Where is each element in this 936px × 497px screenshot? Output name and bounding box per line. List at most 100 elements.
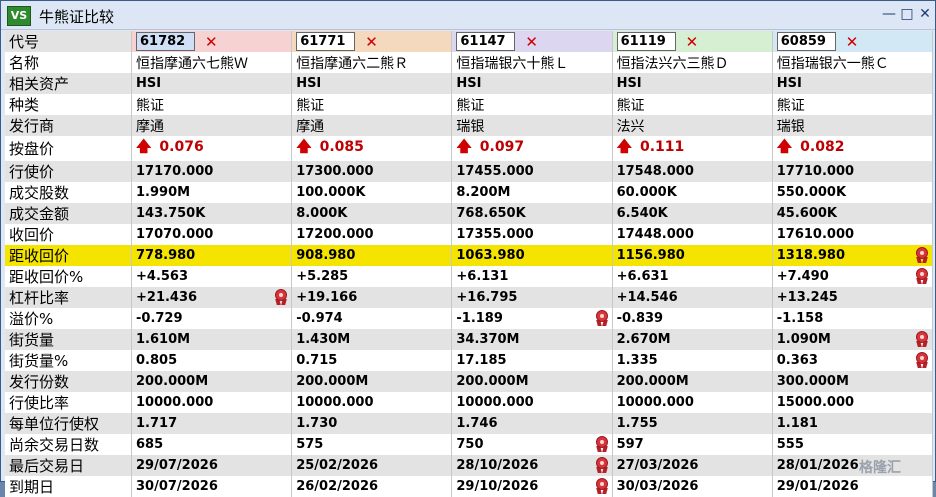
value-cell: 28/01/2026 — [772, 455, 934, 476]
best-medal-icon — [595, 436, 609, 452]
row-label: 行使比率 — [5, 392, 132, 413]
value-cell: 17710.000 — [772, 161, 934, 182]
cell-value: 1.610M — [136, 332, 191, 347]
cell-value: 8.000K — [296, 206, 348, 221]
value-cell: 恒指摩通六二熊Ｒ — [291, 52, 453, 73]
value-cell: 8.200M — [451, 182, 613, 203]
up-arrow-icon: 🡅 — [616, 137, 632, 155]
value-cell: 恒指瑞银六一熊Ｃ — [772, 52, 934, 73]
table-row: 代号 61782 ✕ 61771 ✕ 61147 ✕ 61119 ✕ 60859 ✕ — [5, 31, 934, 52]
value-cell: 685 — [131, 434, 293, 455]
cell-value: 555 — [776, 437, 804, 452]
cell-value: 17710.000 — [776, 164, 855, 179]
table-row: 街货量% 0.805 0.715 17.185 1.335 0.363 — [5, 350, 934, 371]
cell-value: HSI — [776, 76, 802, 91]
cell-value: 30/03/2026 — [616, 479, 699, 494]
cell-value: 17170.000 — [136, 164, 214, 179]
value-cell: 200.000M — [451, 371, 613, 392]
value-cell: +6.631 — [612, 266, 773, 287]
value-cell: 1.181 — [772, 413, 934, 434]
value-cell: 17.185 — [451, 350, 613, 371]
value-cell: 550.000K — [772, 182, 934, 203]
cell-value: HSI — [136, 76, 162, 91]
cell-value: 10000.000 — [136, 395, 214, 410]
value-cell: 恒指摩通六七熊Ｗ — [131, 52, 293, 73]
code-input[interactable]: 61147 — [456, 32, 516, 51]
value-cell: -1.158 — [772, 308, 934, 329]
value-cell: +7.490 — [772, 266, 934, 287]
value-cell: +13.245 — [772, 287, 934, 308]
value-cell: 10000.000 — [131, 392, 293, 413]
close-button[interactable]: ✕ — [917, 6, 933, 22]
cell-value: 550.000K — [776, 185, 847, 200]
table-row: 名称 恒指摩通六七熊Ｗ 恒指摩通六二熊Ｒ 恒指瑞银六十熊Ｌ 恒指法兴六三熊Ｄ 恒指瑞银六一… — [5, 52, 934, 73]
cell-value: 575 — [296, 437, 324, 452]
value-cell: 25/02/2026 — [291, 455, 453, 476]
value-cell: 17448.000 — [612, 224, 773, 245]
cell-value: 1063.980 — [456, 248, 525, 263]
cell-value: HSI — [456, 76, 482, 91]
cell-value: 30/07/2026 — [136, 479, 218, 494]
value-cell: 1.755 — [612, 413, 773, 434]
price-value: 0.111 — [639, 139, 685, 155]
value-cell: 恒指瑞银六十熊Ｌ — [451, 52, 613, 73]
cell-value: 200.000M — [456, 374, 529, 389]
value-cell: 8.000K — [291, 203, 453, 224]
value-cell: 200.000M — [131, 371, 293, 392]
window-title: 牛熊证比较 — [39, 8, 115, 26]
cell-value: 2.670M — [616, 332, 671, 347]
value-cell: HSI — [612, 73, 773, 94]
maximize-button[interactable]: □ — [899, 6, 915, 22]
row-label: 街货量% — [5, 350, 132, 371]
code-input[interactable]: 61782 — [136, 32, 195, 51]
value-cell: HSI — [131, 73, 293, 94]
cell-value: 768.650K — [456, 206, 526, 221]
minimize-button[interactable]: — — [881, 6, 897, 22]
value-cell: 27/03/2026 — [612, 455, 773, 476]
value-cell: 10000.000 — [612, 392, 773, 413]
table-row: 按盘价 🡅 0.076 🡅 0.085 🡅 0.097 🡅 0.111 🡅 0.082 — [5, 136, 934, 161]
cell-value: 27/03/2026 — [616, 458, 699, 473]
value-cell: +16.795 — [451, 287, 613, 308]
value-cell: 摩通 — [291, 115, 453, 136]
cell-value: 200.000M — [136, 374, 209, 389]
cell-value: +19.166 — [296, 290, 358, 305]
code-input[interactable]: 60859 — [776, 32, 836, 51]
code-input[interactable]: 61119 — [616, 32, 676, 51]
cell-value: 1.730 — [296, 416, 338, 431]
cell-value: 28/10/2026 — [456, 458, 539, 473]
remove-column-button[interactable]: ✕ — [686, 33, 699, 51]
cell-value: 100.000K — [296, 185, 366, 200]
cell-value: 17548.000 — [616, 164, 694, 179]
value-cell: 1.730 — [291, 413, 453, 434]
value-cell: 17070.000 — [131, 224, 293, 245]
cell-value: +7.490 — [776, 269, 829, 284]
cell-value: 45.600K — [776, 206, 837, 221]
code-input[interactable]: 61771 — [296, 32, 356, 51]
price-cell: 🡅 0.111 — [612, 136, 773, 161]
cell-value: 597 — [616, 437, 644, 452]
cell-value: 60.000K — [616, 185, 677, 200]
table-row: 杠杆比率 +21.436 +19.166 +16.795 +14.546 +13.245 — [5, 287, 934, 308]
remove-column-button[interactable]: ✕ — [525, 33, 538, 51]
remove-column-button[interactable]: ✕ — [365, 33, 378, 51]
value-cell: +21.436 — [131, 287, 293, 308]
value-cell: 1.335 — [612, 350, 773, 371]
row-label: 成交金额 — [5, 203, 132, 224]
value-cell: 1156.980 — [612, 245, 773, 266]
code-cell: 61782 ✕ — [131, 31, 293, 52]
remove-column-button[interactable]: ✕ — [205, 33, 218, 51]
remove-column-button[interactable]: ✕ — [846, 33, 859, 51]
cbbc-compare-window: VS 牛熊证比较 — □ ✕ 代号 61782 ✕ 61771 ✕ 61147 ✕ 61119… — [0, 0, 936, 497]
value-cell: 29/01/2026 — [772, 476, 934, 497]
price-value: 0.076 — [159, 139, 204, 155]
value-cell: 300.000M — [772, 371, 934, 392]
value-cell: 1.610M — [131, 329, 293, 350]
best-medal-icon — [915, 352, 929, 368]
value-cell: 143.750K — [131, 203, 293, 224]
best-medal-icon — [915, 331, 929, 347]
table-row: 尚余交易日数 685 575 750 597 555 — [5, 434, 934, 455]
cell-value: +13.245 — [776, 290, 838, 305]
cell-value: 1318.980 — [776, 248, 846, 263]
cell-value: 34.370M — [456, 332, 520, 347]
